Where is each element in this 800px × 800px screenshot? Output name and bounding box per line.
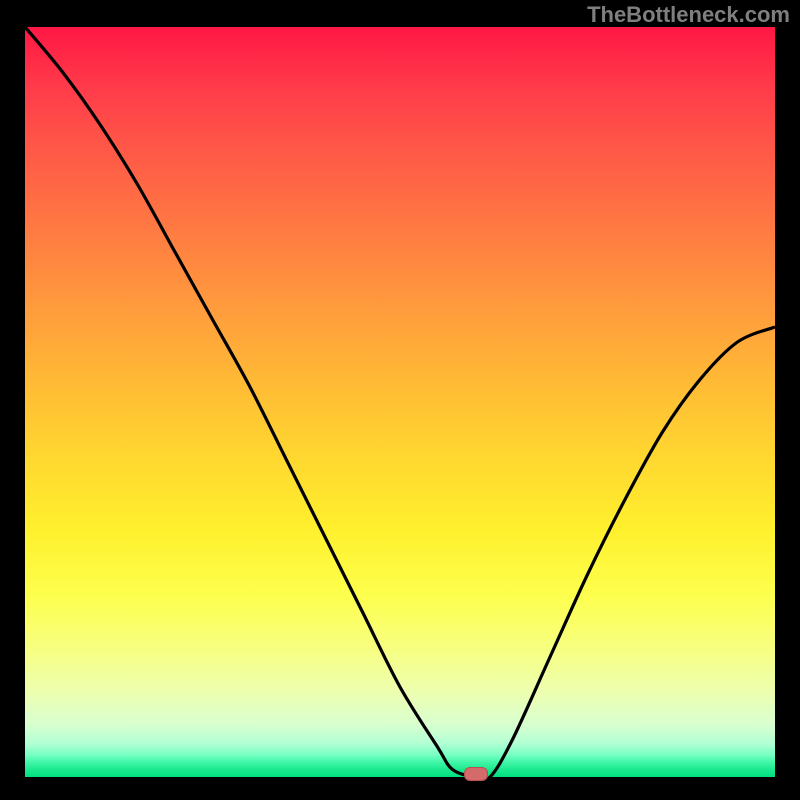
optimal-marker (464, 767, 488, 781)
plot-area (25, 27, 775, 777)
watermark-text: TheBottleneck.com (587, 2, 790, 28)
curve-svg (25, 27, 775, 777)
bottleneck-curve-path (25, 27, 775, 777)
chart-container: TheBottleneck.com (0, 0, 800, 800)
